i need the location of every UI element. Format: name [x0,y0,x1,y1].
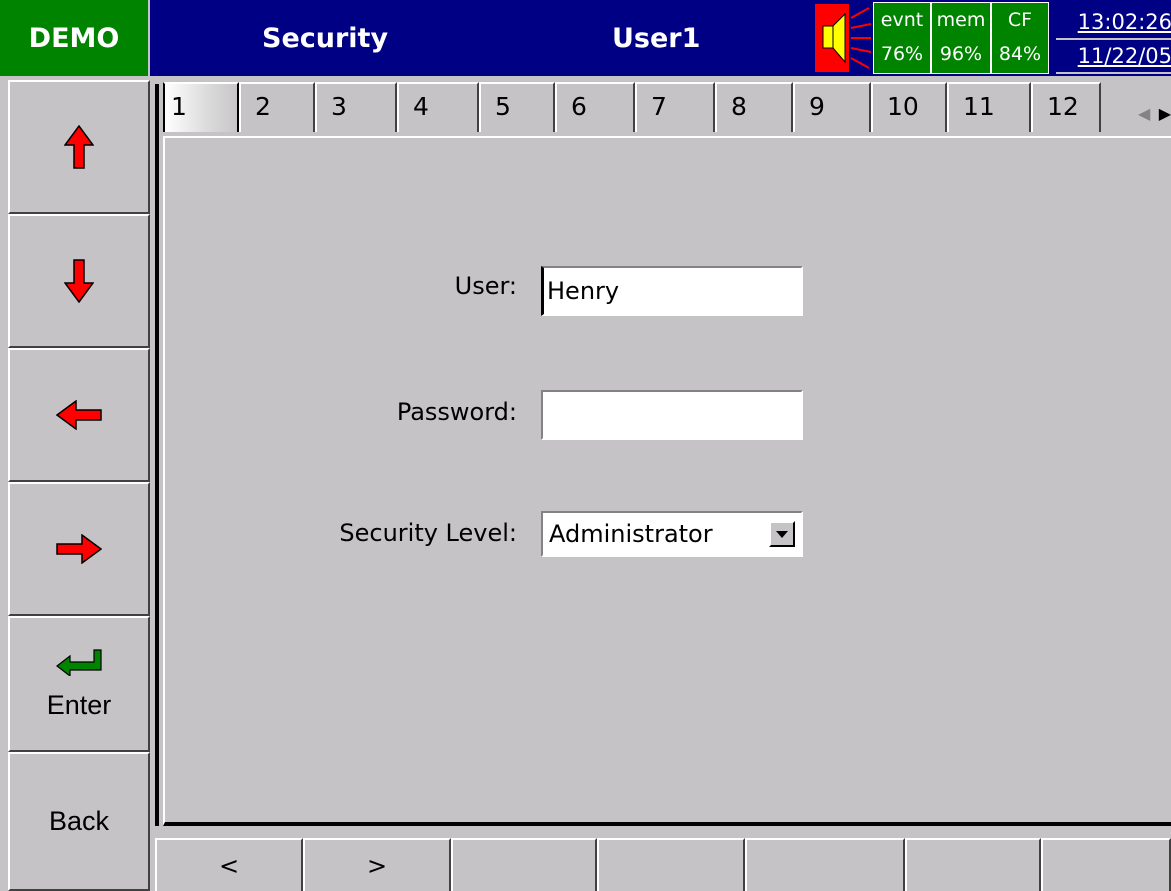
panel-border [155,84,159,826]
clock-date: 11/22/05 [1056,40,1171,74]
demo-badge: DEMO [0,0,150,76]
clock: 13:02:26 11/22/05 [1056,6,1171,74]
user-field[interactable]: Henry [541,266,803,316]
tab-scroll-right-icon[interactable]: ▶ [1159,104,1171,123]
tab-scroll: ◀ ▶ [1138,96,1171,130]
cf-card-usage-label: CF [1007,9,1033,31]
softkey-next[interactable]: > [303,838,451,891]
tab-8[interactable]: 8 [715,82,793,132]
event-usage: evnt 76% [873,2,931,74]
clock-time: 13:02:26 [1056,6,1171,40]
softkey-prev[interactable]: < [155,838,303,891]
cf-card-usage-value: 84% [998,43,1042,65]
nav-right-button[interactable] [8,482,150,616]
softkey-5[interactable] [745,838,905,891]
right-arrow-icon [56,534,102,564]
screen-title: Security [262,22,389,54]
tab-5[interactable]: 5 [479,82,555,132]
current-user: User1 [612,22,701,54]
memory-usage: mem 96% [931,2,991,74]
softkey-7[interactable] [1041,838,1171,891]
up-arrow-icon [64,125,94,169]
security-panel [163,136,1171,826]
tab-2[interactable]: 2 [239,82,315,132]
tab-7[interactable]: 7 [635,82,715,132]
cf-card-usage: CF 84% [991,2,1049,74]
softkey-4[interactable] [597,838,745,891]
nav-up-button[interactable] [8,80,150,214]
softkey-6[interactable] [905,838,1041,891]
tab-1[interactable]: 1 [163,82,239,132]
softkey-3[interactable] [451,838,597,891]
tab-12[interactable]: 12 [1031,82,1101,132]
softkey-bar: < > [155,838,1171,891]
down-arrow-icon [64,259,94,303]
memory-usage-value: 96% [939,43,983,65]
event-usage-label: evnt [880,9,924,31]
event-usage-value: 76% [880,43,924,65]
tab-11[interactable]: 11 [947,82,1031,132]
password-field[interactable] [541,390,803,440]
user-label: User: [454,272,517,300]
security-level-value: Administrator [549,520,713,548]
tab-9[interactable]: 9 [793,82,871,132]
nav-down-button[interactable] [8,214,150,348]
tab-scroll-left-icon[interactable]: ◀ [1138,104,1150,123]
password-label: Password: [396,398,517,426]
tab-3[interactable]: 3 [315,82,397,132]
memory-usage-label: mem [936,9,986,31]
nav-left-button[interactable] [8,348,150,482]
tab-10[interactable]: 10 [871,82,947,132]
top-bar: DEMO Security User1 evnt 76% mem 96% CF … [0,0,1171,76]
back-button[interactable]: Back [8,752,150,891]
alarm-speaker-icon[interactable] [815,4,873,72]
security-level-label: Security Level: [339,519,517,547]
security-level-select[interactable]: Administrator [541,511,803,557]
enter-icon [56,648,102,676]
tab-4[interactable]: 4 [397,82,479,132]
back-button-label: Back [48,806,110,836]
enter-button[interactable]: Enter [8,616,150,752]
chevron-down-icon[interactable] [769,521,795,547]
left-arrow-icon [56,400,102,430]
tab-6[interactable]: 6 [555,82,635,132]
enter-button-label: Enter [46,689,112,720]
